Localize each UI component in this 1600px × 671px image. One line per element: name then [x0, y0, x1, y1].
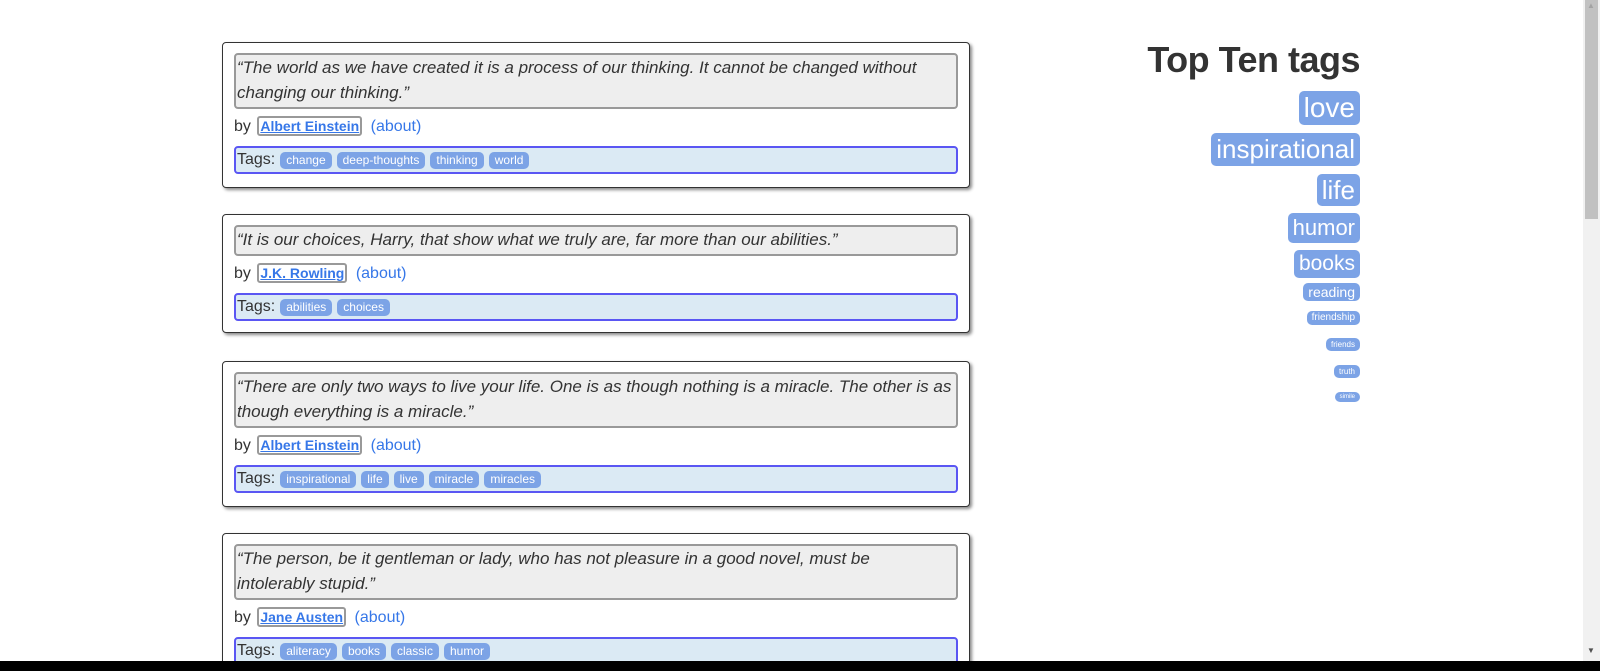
top-tag-simile[interactable]: simile	[1334, 392, 1360, 402]
top-tag-reading[interactable]: reading	[1303, 283, 1360, 301]
top-tag-friendship[interactable]: friendship	[1306, 311, 1360, 325]
scroll-up-arrow-icon[interactable]: ▲	[1587, 1, 1595, 10]
about-link[interactable]: (about)	[371, 118, 422, 135]
top-tag-truth[interactable]: truth	[1333, 365, 1360, 378]
quote-text: “There are only two ways to live your li…	[234, 372, 958, 428]
tag-link[interactable]: change	[280, 151, 332, 169]
tag-link[interactable]: thinking	[430, 151, 484, 169]
byline: by Albert Einstein (about)	[234, 435, 958, 457]
quote-card: “There are only two ways to live your li…	[222, 361, 970, 507]
bottom-bar	[0, 661, 1600, 671]
about-link[interactable]: (about)	[356, 265, 407, 282]
vertical-scrollbar[interactable]: ▲ ▼	[1583, 0, 1600, 661]
author-link[interactable]: J.K. Rowling	[257, 263, 348, 283]
tags-label: Tags:	[237, 470, 276, 487]
tag-link[interactable]: miracle	[428, 470, 480, 488]
quote-card: “It is our choices, Harry, that show wha…	[222, 214, 970, 333]
author-link[interactable]: Jane Austen	[257, 607, 347, 627]
tag-link[interactable]: world	[488, 151, 530, 169]
top-tag-books[interactable]: books	[1293, 250, 1360, 278]
sidebar-title: Top Ten tags	[1147, 39, 1360, 80]
tag-cloud: love inspirational life humor books read…	[1120, 91, 1360, 402]
by-label: by	[234, 118, 251, 135]
tag-link[interactable]: classic	[390, 642, 439, 660]
byline: by J.K. Rowling (about)	[234, 263, 958, 285]
tag-link[interactable]: deep-thoughts	[336, 151, 426, 169]
tags-row: Tags: change deep-thoughts thinking worl…	[234, 146, 958, 174]
about-link[interactable]: (about)	[355, 609, 406, 626]
quote-text: “The person, be it gentleman or lady, wh…	[234, 544, 958, 600]
tags-label: Tags:	[237, 151, 276, 168]
top-tag-humor[interactable]: humor	[1287, 213, 1360, 243]
tag-link[interactable]: inspirational	[280, 470, 357, 488]
tags-label: Tags:	[237, 642, 276, 659]
tag-link[interactable]: choices	[337, 298, 390, 316]
top-tag-love[interactable]: love	[1298, 91, 1360, 125]
tag-link[interactable]: aliteracy	[280, 642, 337, 660]
top-tag-inspirational[interactable]: inspirational	[1211, 133, 1360, 166]
by-label: by	[234, 609, 251, 626]
tags-row: Tags: inspirational life live miracle mi…	[234, 465, 958, 493]
tag-link[interactable]: live	[393, 470, 424, 488]
quote-card: “The world as we have created it is a pr…	[222, 42, 970, 188]
quote-text: “It is our choices, Harry, that show wha…	[234, 225, 958, 256]
tag-link[interactable]: life	[361, 470, 389, 488]
top-tag-friends[interactable]: friends	[1325, 338, 1360, 351]
tag-link[interactable]: miracles	[484, 470, 541, 488]
tags-row: Tags: aliteracy books classic humor	[234, 637, 958, 661]
about-link[interactable]: (about)	[371, 437, 422, 454]
tag-link[interactable]: abilities	[280, 298, 333, 316]
by-label: by	[234, 265, 251, 282]
top-tags-sidebar: Top Ten tags love inspirational life hum…	[1120, 36, 1361, 402]
tag-link[interactable]: books	[341, 642, 386, 660]
scrollbar-thumb[interactable]	[1585, 0, 1598, 219]
tags-label: Tags:	[237, 298, 276, 315]
scroll-down-arrow-icon[interactable]: ▼	[1587, 646, 1595, 655]
tag-link[interactable]: humor	[443, 642, 490, 660]
page: “The world as we have created it is a pr…	[0, 0, 1583, 661]
author-link[interactable]: Albert Einstein	[257, 435, 363, 455]
quote-text: “The world as we have created it is a pr…	[234, 53, 958, 109]
byline: by Albert Einstein (about)	[234, 116, 958, 138]
quote-card: “The person, be it gentleman or lady, wh…	[222, 533, 970, 661]
byline: by Jane Austen (about)	[234, 607, 958, 629]
tags-row: Tags: abilities choices	[234, 293, 958, 321]
top-tag-life[interactable]: life	[1316, 174, 1360, 206]
by-label: by	[234, 437, 251, 454]
author-link[interactable]: Albert Einstein	[257, 116, 363, 136]
